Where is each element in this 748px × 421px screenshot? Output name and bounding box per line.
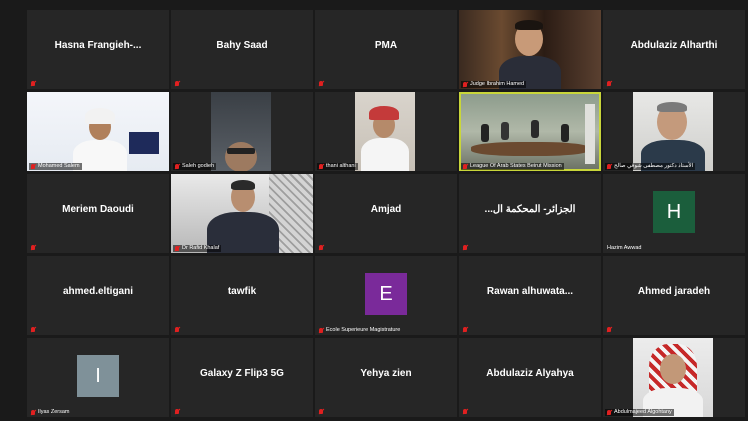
participant-label: Ilyas Zersam bbox=[29, 409, 71, 416]
participant-avatar: E bbox=[365, 273, 407, 315]
participant-video bbox=[461, 94, 599, 169]
participant-label: Ecole Superieure Magistrature bbox=[317, 327, 402, 334]
participant-label: Saleh godieh bbox=[173, 163, 217, 170]
participant-name: Rawan alhuwata... bbox=[486, 286, 574, 297]
participant-label: الأستاذ دكتور مصطفى شوقي صالح bbox=[605, 163, 696, 170]
participant-avatar: H bbox=[653, 191, 695, 233]
participant-tile[interactable]: Amjad bbox=[315, 174, 457, 253]
participant-tile[interactable]: Yehya zien bbox=[315, 338, 457, 417]
participant-tile[interactable]: الأستاذ دكتور مصطفى شوقي صالح bbox=[603, 92, 745, 171]
participant-label: Mohamed Salem bbox=[29, 163, 82, 170]
participant-name: Amjad bbox=[370, 204, 402, 215]
participant-label: thani althani bbox=[317, 163, 358, 170]
muted-mic-icon bbox=[463, 164, 467, 169]
participant-tile[interactable]: Galaxy Z Flip3 5G bbox=[171, 338, 313, 417]
participant-video bbox=[171, 174, 313, 253]
participant-name: ...الجزائر- المحكمة ال bbox=[484, 204, 576, 215]
participant-video bbox=[27, 92, 169, 171]
muted-mic-icon bbox=[31, 327, 35, 332]
participant-video bbox=[211, 92, 271, 171]
video-gallery-grid: Hasna Frangieh-... Bahy Saad PMA Judge I… bbox=[27, 10, 745, 417]
participant-name: Galaxy Z Flip3 5G bbox=[200, 368, 284, 379]
participant-name: Ahmed jaradeh bbox=[637, 286, 711, 297]
participant-tile[interactable]: Abdulaziz Alharthi bbox=[603, 10, 745, 89]
participant-name: tawfik bbox=[227, 286, 257, 297]
participant-tile[interactable]: I Ilyas Zersam bbox=[27, 338, 169, 417]
participant-tile[interactable]: Rawan alhuwata... bbox=[459, 256, 601, 335]
participant-label: Judge Ibrahim Hamed bbox=[461, 81, 527, 88]
muted-mic-icon bbox=[319, 409, 323, 414]
participant-label: Dr Rafid Khalaf bbox=[173, 245, 222, 252]
participant-tile[interactable]: H Hazim Awwad bbox=[603, 174, 745, 253]
participant-name: Abdulaziz Alyahya bbox=[486, 368, 574, 379]
participant-tile[interactable]: Dr Rafid Khalaf bbox=[171, 174, 313, 253]
participant-tile[interactable]: Abdulmajeed Algohtany bbox=[603, 338, 745, 417]
participant-label: League Of Arab States Beirut Mission bbox=[461, 163, 564, 170]
muted-mic-icon bbox=[607, 81, 611, 86]
participant-name: Bahy Saad bbox=[216, 40, 268, 51]
participant-tile[interactable]: Abdulaziz Alyahya bbox=[459, 338, 601, 417]
participant-tile[interactable]: Meriem Daoudi bbox=[27, 174, 169, 253]
muted-mic-icon bbox=[31, 410, 35, 415]
muted-mic-icon bbox=[31, 164, 35, 169]
muted-mic-icon bbox=[463, 82, 467, 87]
participant-video bbox=[459, 10, 601, 89]
participant-tile[interactable]: Bahy Saad bbox=[171, 10, 313, 89]
participant-name: PMA bbox=[374, 40, 398, 51]
participant-video bbox=[355, 92, 415, 171]
participant-tile[interactable]: Judge Ibrahim Hamed bbox=[459, 10, 601, 89]
participant-name: ahmed.eltigani bbox=[62, 286, 133, 297]
muted-mic-icon bbox=[31, 81, 35, 86]
participant-name: Meriem Daoudi bbox=[62, 204, 134, 215]
participant-tile[interactable]: ahmed.eltigani bbox=[27, 256, 169, 335]
participant-tile[interactable]: tawfik bbox=[171, 256, 313, 335]
participant-label: Abdulmajeed Algohtany bbox=[605, 409, 674, 416]
participant-tile[interactable]: Hasna Frangieh-... bbox=[27, 10, 169, 89]
muted-mic-icon bbox=[463, 327, 467, 332]
muted-mic-icon bbox=[319, 81, 323, 86]
participant-name: Hasna Frangieh-... bbox=[54, 40, 142, 51]
participant-tile[interactable]: ...الجزائر- المحكمة ال bbox=[459, 174, 601, 253]
muted-mic-icon bbox=[607, 164, 611, 169]
muted-mic-icon bbox=[175, 246, 179, 251]
participant-video bbox=[633, 338, 713, 417]
participant-avatar: I bbox=[77, 355, 119, 397]
participant-video bbox=[633, 92, 713, 171]
participant-tile[interactable]: Mohamed Salem bbox=[27, 92, 169, 171]
participant-tile[interactable]: E Ecole Superieure Magistrature bbox=[315, 256, 457, 335]
muted-mic-icon bbox=[175, 327, 179, 332]
participant-tile[interactable]: Ahmed jaradeh bbox=[603, 256, 745, 335]
participant-name: Yehya zien bbox=[360, 368, 412, 379]
muted-mic-icon bbox=[607, 410, 611, 415]
participant-tile[interactable]: PMA bbox=[315, 10, 457, 89]
muted-mic-icon bbox=[319, 245, 323, 250]
participant-tile[interactable]: Saleh godieh bbox=[171, 92, 313, 171]
participant-label: Hazim Awwad bbox=[607, 245, 642, 251]
muted-mic-icon bbox=[607, 327, 611, 332]
muted-mic-icon bbox=[31, 245, 35, 250]
muted-mic-icon bbox=[463, 409, 467, 414]
participant-name: Abdulaziz Alharthi bbox=[630, 40, 718, 51]
muted-mic-icon bbox=[175, 409, 179, 414]
muted-mic-icon bbox=[175, 81, 179, 86]
participant-tile-active-speaker[interactable]: League Of Arab States Beirut Mission bbox=[459, 92, 601, 171]
muted-mic-icon bbox=[319, 328, 323, 333]
muted-mic-icon bbox=[463, 245, 467, 250]
muted-mic-icon bbox=[319, 164, 323, 169]
participant-tile[interactable]: thani althani bbox=[315, 92, 457, 171]
muted-mic-icon bbox=[175, 164, 179, 169]
